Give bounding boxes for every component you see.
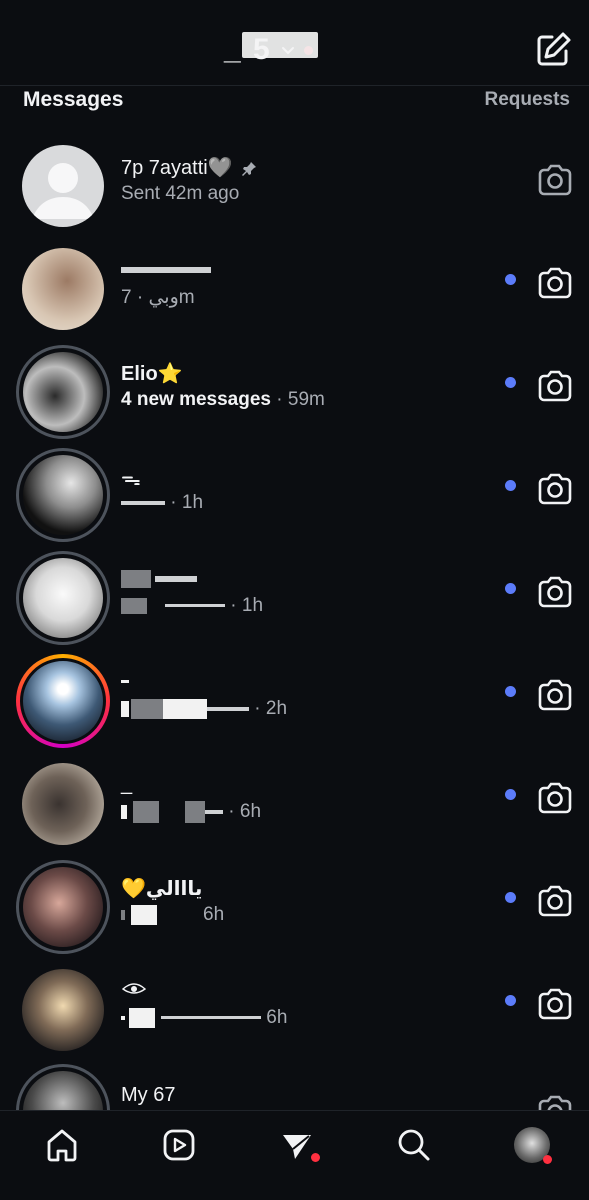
- chat-row[interactable]: · 2h: [0, 646, 589, 749]
- chat-name: 💛يااالي: [121, 878, 203, 900]
- chat-row[interactable]: وبي · 7m: [0, 234, 589, 337]
- eye-emoji-icon: [121, 983, 147, 994]
- account-switcher[interactable]: _ 5: [224, 30, 318, 70]
- camera-icon[interactable]: [536, 573, 574, 611]
- requests-link[interactable]: Requests: [484, 89, 570, 111]
- unread-dot: [505, 995, 516, 1006]
- avatar: [22, 248, 104, 330]
- chat-row[interactable]: _ · 6h: [0, 749, 589, 852]
- bottom-nav: [0, 1110, 589, 1200]
- avatar-with-story: [16, 654, 110, 748]
- unread-dot: [505, 789, 516, 800]
- compose-icon[interactable]: [532, 29, 574, 71]
- camera-icon[interactable]: [536, 676, 574, 714]
- avatar: [16, 860, 110, 954]
- avatar: [16, 1064, 110, 1110]
- reels-icon[interactable]: [161, 1127, 197, 1163]
- chat-row[interactable]: 💛يااالي 6h: [0, 852, 589, 955]
- avatar: [16, 551, 110, 645]
- camera-icon[interactable]: [536, 470, 574, 508]
- section-title: Messages: [23, 88, 124, 111]
- avatar: [16, 345, 110, 439]
- avatar: [16, 448, 110, 542]
- chat-name: 7p 7ayatti🩶: [121, 155, 257, 180]
- chat-row[interactable]: ᯓ · 1h: [0, 440, 589, 543]
- camera-icon[interactable]: [536, 161, 574, 199]
- chat-name: _: [121, 773, 133, 795]
- chat-subtitle: 6h: [121, 1007, 287, 1029]
- unread-dot: [505, 480, 516, 491]
- camera-icon[interactable]: [536, 1092, 574, 1110]
- unread-dot: [505, 686, 516, 697]
- pin-icon: [241, 161, 256, 176]
- chat-subtitle: · 1h: [121, 492, 203, 514]
- camera-icon[interactable]: [536, 367, 574, 405]
- chat-row[interactable]: My 67: [0, 1058, 589, 1110]
- chat-row[interactable]: 7p 7ayatti🩶 Sent 42m ago: [0, 131, 589, 234]
- camera-icon[interactable]: [536, 264, 574, 302]
- unread-dot: [505, 583, 516, 594]
- avatar: [22, 763, 104, 845]
- unread-dot: [505, 892, 516, 903]
- chat-subtitle: · 2h: [121, 698, 287, 720]
- avatar: [22, 145, 104, 227]
- chat-name: Elio⭐: [121, 363, 183, 385]
- chat-subtitle: · 1h: [121, 595, 263, 617]
- chat-row[interactable]: 6h: [0, 955, 589, 1058]
- chat-subtitle: وبي · 7m: [121, 287, 195, 308]
- chat-name: [121, 567, 197, 590]
- direct-icon[interactable]: [279, 1127, 315, 1163]
- chat-name: My 67: [121, 1084, 176, 1106]
- chat-name: [121, 670, 129, 693]
- top-bar: _ 5: [0, 0, 589, 86]
- search-icon[interactable]: [396, 1127, 432, 1163]
- unread-dot: [505, 377, 516, 388]
- chat-name: [121, 979, 147, 1005]
- chat-row[interactable]: · 1h: [0, 543, 589, 646]
- chat-name: [121, 258, 211, 281]
- chat-subtitle: 6h: [121, 904, 224, 926]
- chat-name: ᯓ: [121, 468, 141, 490]
- notification-dot: [543, 1155, 552, 1164]
- camera-icon[interactable]: [536, 779, 574, 817]
- redacted-block: [242, 32, 318, 58]
- avatar: [22, 969, 104, 1051]
- camera-icon[interactable]: [536, 882, 574, 920]
- chat-row[interactable]: Elio⭐ 4 new messages · 59m: [0, 337, 589, 440]
- chat-subtitle: 4 new messages · 59m: [121, 389, 325, 410]
- notification-dot: [311, 1153, 320, 1162]
- home-icon[interactable]: [44, 1127, 80, 1163]
- camera-icon[interactable]: [536, 985, 574, 1023]
- chat-subtitle: · 6h: [121, 801, 261, 823]
- chat-subtitle: Sent 42m ago: [121, 183, 240, 204]
- unread-dot: [505, 274, 516, 285]
- messages-section-header: Messages Requests: [0, 86, 589, 120]
